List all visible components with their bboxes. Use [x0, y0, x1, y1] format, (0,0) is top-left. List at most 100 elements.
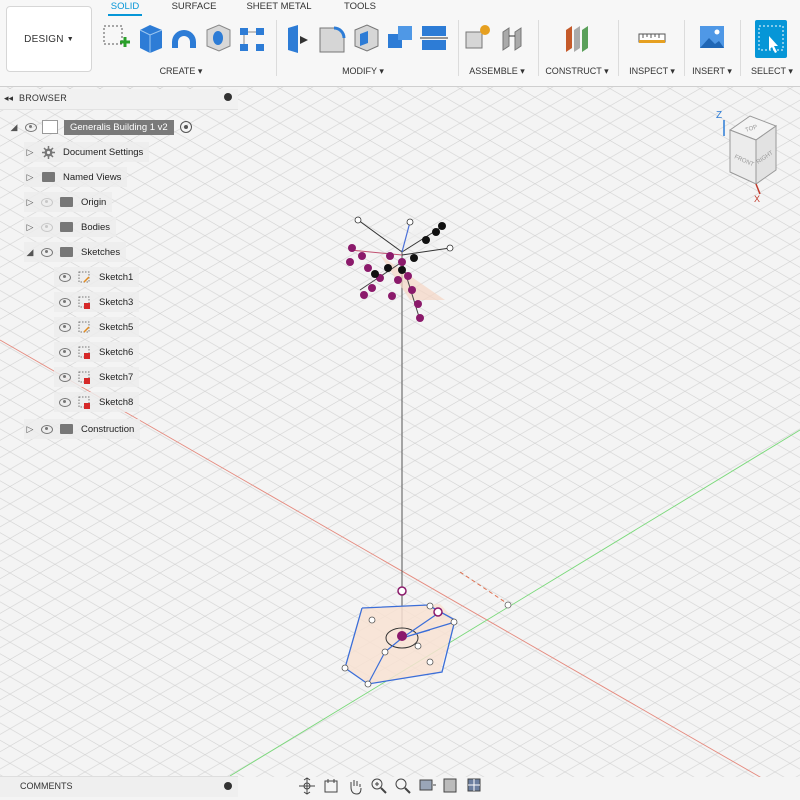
- workspace-switcher-button[interactable]: DESIGN ▼: [6, 6, 92, 72]
- expand-triangle-icon[interactable]: ▷: [24, 424, 36, 435]
- tree-item-label: Sketch8: [99, 396, 134, 408]
- pin-panel-icon[interactable]: [224, 782, 232, 790]
- expand-triangle-icon[interactable]: ▷: [24, 147, 36, 158]
- tree-item-label: Construction: [81, 423, 135, 435]
- visibility-eye-icon[interactable]: [40, 247, 54, 257]
- sketch-warning-icon: [78, 396, 91, 409]
- tree-item-label: Sketch6: [99, 346, 134, 358]
- zoom-window-icon[interactable]: [394, 777, 412, 795]
- pin-panel-icon[interactable]: [224, 93, 232, 101]
- tree-item-sketch[interactable]: Sketch8: [54, 392, 140, 412]
- tree-item-sketches[interactable]: ◢ Sketches: [24, 242, 127, 262]
- tree-item-named-views[interactable]: ▷ Named Views: [24, 167, 128, 187]
- joint-icon[interactable]: [497, 20, 529, 58]
- shell-icon[interactable]: [350, 20, 382, 58]
- tree-item-sketch[interactable]: Sketch7: [54, 367, 140, 387]
- visibility-eye-icon[interactable]: [58, 322, 72, 332]
- visibility-eye-icon[interactable]: [40, 197, 54, 207]
- extrude-icon[interactable]: [134, 20, 166, 58]
- insert-image-icon[interactable]: [696, 20, 728, 58]
- tab-sheet-metal[interactable]: SHEET METAL: [244, 0, 314, 14]
- tree-item-label: Document Settings: [63, 146, 144, 158]
- sketch-icon: [78, 321, 91, 334]
- comments-panel-header[interactable]: COMMENTS: [0, 776, 238, 797]
- tree-item-construction[interactable]: ▷ Construction: [24, 419, 141, 439]
- pan-hand-icon[interactable]: [346, 777, 364, 795]
- z-axis-label: Z: [716, 110, 722, 121]
- sketch-icon: [78, 271, 91, 284]
- visibility-eye-icon[interactable]: [58, 397, 72, 407]
- sketch-warning-icon: [78, 296, 91, 309]
- visibility-eye-icon[interactable]: [40, 424, 54, 434]
- tree-item-label: Sketch1: [99, 271, 134, 283]
- visibility-eye-icon[interactable]: [58, 272, 72, 282]
- pattern-icon[interactable]: [236, 20, 268, 58]
- tree-item-label: Named Views: [63, 171, 122, 183]
- tree-item-label: Sketch7: [99, 371, 134, 383]
- tree-item-label: Sketch5: [99, 321, 134, 333]
- root-component-label[interactable]: Generalis Building 1 v2: [64, 119, 174, 135]
- split-body-icon[interactable]: [418, 20, 450, 58]
- revolve-icon[interactable]: [168, 20, 200, 58]
- new-component-icon[interactable]: [463, 20, 495, 58]
- tree-item-origin[interactable]: ▷ Origin: [24, 192, 113, 212]
- tree-item-sketch[interactable]: Sketch3: [54, 292, 140, 312]
- press-pull-icon[interactable]: [282, 20, 314, 58]
- hole-icon[interactable]: [202, 20, 234, 58]
- modify-menu[interactable]: MODIFY ▾: [328, 64, 398, 78]
- create-menu[interactable]: CREATE ▾: [150, 64, 212, 78]
- look-at-icon[interactable]: [322, 777, 340, 795]
- navigation-bar: [298, 775, 498, 797]
- zoom-icon[interactable]: [370, 777, 388, 795]
- tab-solid[interactable]: SOLID: [108, 0, 142, 16]
- visibility-eye-icon[interactable]: [24, 122, 38, 132]
- workspace-label: DESIGN: [24, 33, 64, 45]
- tree-item-sketch[interactable]: Sketch5: [54, 317, 140, 337]
- select-menu[interactable]: SELECT ▾: [748, 64, 796, 78]
- orbit-icon[interactable]: [298, 777, 316, 795]
- sketch-warning-icon: [78, 371, 91, 384]
- viewports-icon[interactable]: [466, 777, 484, 795]
- tree-item-sketch[interactable]: Sketch6: [54, 342, 140, 362]
- folder-icon: [60, 222, 73, 232]
- tree-item-sketch[interactable]: Sketch1: [54, 267, 140, 287]
- expand-triangle-icon[interactable]: ◢: [24, 247, 36, 258]
- tree-item-bodies[interactable]: ▷ Bodies: [24, 217, 117, 237]
- browser-title: BROWSER: [19, 93, 67, 103]
- expand-triangle-icon[interactable]: ▷: [24, 172, 36, 183]
- folder-icon: [60, 197, 73, 207]
- caret-down-icon: ▼: [66, 35, 74, 43]
- visibility-eye-icon[interactable]: [40, 222, 54, 232]
- expand-triangle-icon[interactable]: ▷: [24, 197, 36, 208]
- collapse-panel-icon[interactable]: ◂◂: [4, 93, 13, 104]
- expand-triangle-icon[interactable]: ◢: [8, 122, 20, 133]
- visibility-eye-icon[interactable]: [58, 372, 72, 382]
- grid-settings-icon[interactable]: [442, 777, 460, 795]
- folder-icon: [60, 424, 73, 434]
- folder-icon: [60, 247, 73, 257]
- insert-menu[interactable]: INSERT ▾: [688, 64, 736, 78]
- select-icon[interactable]: [755, 20, 787, 58]
- comments-title: COMMENTS: [20, 781, 73, 791]
- assemble-menu[interactable]: ASSEMBLE ▾: [462, 64, 532, 78]
- combine-icon[interactable]: [384, 20, 416, 58]
- offset-plane-icon[interactable]: [560, 20, 592, 58]
- tree-item-label: Sketches: [81, 246, 121, 258]
- display-settings-icon[interactable]: [418, 777, 436, 795]
- tab-surface[interactable]: SURFACE: [168, 0, 220, 14]
- measure-icon[interactable]: [636, 20, 668, 58]
- tree-item-document-settings[interactable]: ▷ Document Settings: [24, 142, 150, 162]
- tree-root[interactable]: ◢ Generalis Building 1 v2: [8, 117, 198, 137]
- visibility-eye-icon[interactable]: [58, 297, 72, 307]
- tab-tools[interactable]: TOOLS: [340, 0, 380, 14]
- tree-item-label: Sketch3: [99, 296, 134, 308]
- inspect-menu[interactable]: INSPECT ▾: [624, 64, 680, 78]
- view-cube[interactable]: Z TOP FRONT RIGHT X: [710, 100, 798, 210]
- activate-radio-icon[interactable]: [179, 121, 192, 133]
- visibility-eye-icon[interactable]: [58, 347, 72, 357]
- expand-triangle-icon[interactable]: ▷: [24, 222, 36, 233]
- construct-menu[interactable]: CONSTRUCT ▾: [540, 64, 614, 78]
- tree-item-label: Origin: [81, 196, 107, 208]
- fillet-icon[interactable]: [316, 20, 348, 58]
- create-sketch-icon[interactable]: [100, 20, 132, 58]
